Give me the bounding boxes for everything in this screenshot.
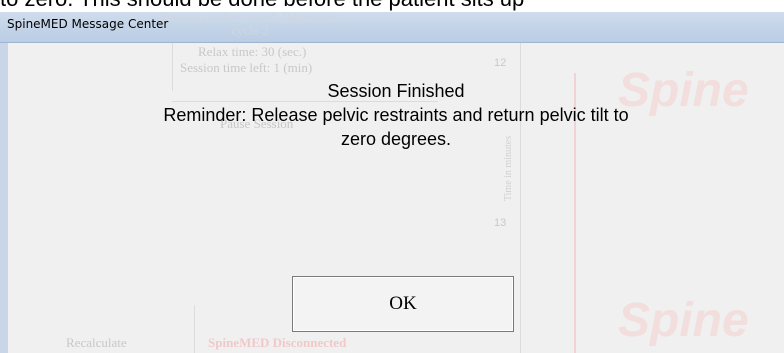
background-relax-time: Relax time: 30 (sec.): [198, 44, 307, 59]
window-titlebar[interactable]: SpineMED Message Center Session can be p…: [0, 10, 784, 43]
background-caption: to zero. This should be done before the …: [0, 0, 784, 12]
background-status-text: Session can be paused. Regressive cycle …: [140, 10, 360, 38]
background-axis-tick-13: 13: [494, 217, 507, 229]
dialog-message: Session Finished Reminder: Release pelvi…: [8, 79, 784, 151]
ok-button[interactable]: OK: [292, 276, 514, 332]
dialog-reminder-line1: Reminder: Release pelvic restraints and …: [163, 105, 629, 125]
background-status-line1: Session can be paused. Regressive: [160, 9, 340, 24]
background-status-line2: cycle 2: [231, 23, 269, 38]
background-axis-tick-12: 12: [494, 57, 507, 69]
background-device-status: SpineMED Disconnected: [208, 335, 347, 350]
background-recalculate-button: Recalculate: [66, 335, 127, 350]
background-watermark-bottom: Spine: [618, 294, 749, 347]
background-bottom-box: [194, 305, 195, 353]
dialog-reminder-line2: zero degrees.: [340, 129, 452, 149]
dialog-heading: Session Finished: [327, 81, 465, 101]
background-session-time-left: Session time left: 1 (min): [180, 60, 313, 75]
